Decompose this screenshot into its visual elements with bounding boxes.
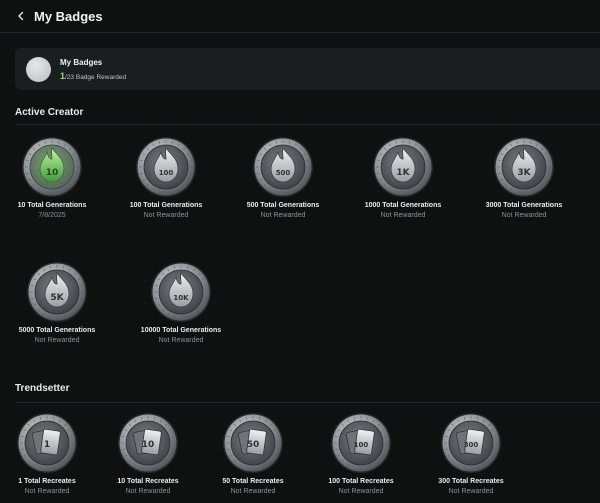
svg-text:1K: 1K (396, 168, 410, 178)
badge-item[interactable]: 5K 5000 Total Generations Not Rewarded (2, 261, 112, 344)
badge-status: Not Rewarded (125, 488, 171, 495)
badge-item[interactable]: 1 1 Total Recreates Not Rewarded (0, 412, 102, 495)
section-divider (15, 124, 600, 125)
svg-text:1: 1 (44, 440, 50, 450)
badge-name: 1 Total Recreates (18, 478, 76, 485)
badge-name: 50 Total Recreates (222, 478, 284, 485)
badge-item[interactable]: 500 500 Total Generations Not Rewarded (228, 136, 338, 219)
badge-name: 300 Total Recreates (438, 478, 504, 485)
badge-status: Not Rewarded (380, 212, 426, 219)
badge-item[interactable]: 100 100 Total Generations Not Rewarded (111, 136, 221, 219)
svg-text:3K: 3K (517, 168, 531, 178)
badge-item[interactable]: 100 100 Total Recreates Not Rewarded (306, 412, 416, 495)
badge-status: Not Rewarded (24, 488, 70, 495)
badge-name: 10 Total Recreates (117, 478, 179, 485)
badge-name: 1000 Total Generations (364, 202, 442, 209)
badge-item[interactable]: 50 50 Total Recreates Not Rewarded (198, 412, 308, 495)
badge-item[interactable]: 300 300 Total Recreates Not Rewarded (416, 412, 526, 495)
section-title-trendsetter: Trendsetter (15, 383, 70, 394)
badge-status: Not Rewarded (34, 337, 80, 344)
badge-status: 7/8/2025 (38, 212, 66, 219)
flame-100-icon: 100 (136, 137, 196, 197)
flame-10000-icon: 10K (151, 262, 211, 322)
svg-text:10: 10 (46, 168, 59, 178)
cards-300-icon: 300 (441, 413, 501, 473)
badge-name: 3000 Total Generations (485, 202, 563, 209)
badge-status: Not Rewarded (448, 488, 494, 495)
badge-name: 5000 Total Generations (18, 327, 96, 334)
badge-item[interactable]: 3K 3000 Total Generations Not Rewarded (469, 136, 579, 219)
svg-text:100: 100 (159, 169, 174, 177)
avatar (26, 56, 51, 82)
flame-5000-icon: 5K (27, 262, 87, 322)
svg-text:10: 10 (142, 440, 155, 450)
badge-name: 100 Total Recreates (328, 478, 394, 485)
flame-10-icon: 10 (22, 137, 82, 197)
badge-item[interactable]: 10K 10000 Total Generations Not Rewarded (126, 261, 236, 344)
badge-status: Not Rewarded (501, 212, 547, 219)
badge-status: Not Rewarded (338, 488, 384, 495)
badge-status: Not Rewarded (230, 488, 276, 495)
cards-100-icon: 100 (331, 413, 391, 473)
back-button[interactable] (8, 3, 34, 29)
cards-50-icon: 50 (223, 413, 283, 473)
flame-3000-icon: 3K (494, 137, 554, 197)
section-divider (15, 402, 600, 403)
badge-status: Not Rewarded (158, 337, 204, 344)
svg-text:5K: 5K (50, 293, 64, 303)
summary-title: My Badges (60, 57, 103, 67)
badge-item[interactable]: 1K 1000 Total Generations Not Rewarded (348, 136, 458, 219)
badge-name: 100 Total Generations (129, 202, 203, 209)
summary-text: My Badges 1 /23 Badge Rewarded (60, 58, 126, 81)
page-title: My Badges (34, 8, 103, 24)
badge-count: 1 /23 Badge Rewarded (60, 71, 126, 81)
cards-10-icon: 10 (118, 413, 178, 473)
svg-text:500: 500 (276, 169, 291, 177)
chevron-left-icon (18, 11, 24, 21)
section-title-active-creator: Active Creator (15, 107, 84, 118)
badge-item[interactable]: 10 10 Total Recreates Not Rewarded (93, 412, 203, 495)
svg-text:300: 300 (464, 441, 479, 449)
flame-500-icon: 500 (253, 137, 313, 197)
badge-summary-card: My Badges 1 /23 Badge Rewarded (15, 48, 600, 90)
svg-text:50: 50 (247, 440, 260, 450)
badge-name: 500 Total Generations (246, 202, 320, 209)
badge-name: 10000 Total Generations (140, 327, 222, 334)
badges-page: My Badges My Badges 1 /23 Badge Rewarded… (0, 0, 600, 503)
flame-1000-icon: 1K (373, 137, 433, 197)
badge-status: Not Rewarded (260, 212, 306, 219)
badge-status: Not Rewarded (143, 212, 189, 219)
total-count: /23 Badge Rewarded (65, 73, 127, 81)
badge-name: 10 Total Generations (17, 202, 87, 209)
svg-text:10K: 10K (173, 294, 189, 302)
top-bar: My Badges (0, 0, 600, 33)
svg-text:100: 100 (354, 441, 369, 449)
badge-item[interactable]: 10 10 Total Generations 7/8/2025 (0, 136, 107, 219)
cards-1-icon: 1 (17, 413, 77, 473)
